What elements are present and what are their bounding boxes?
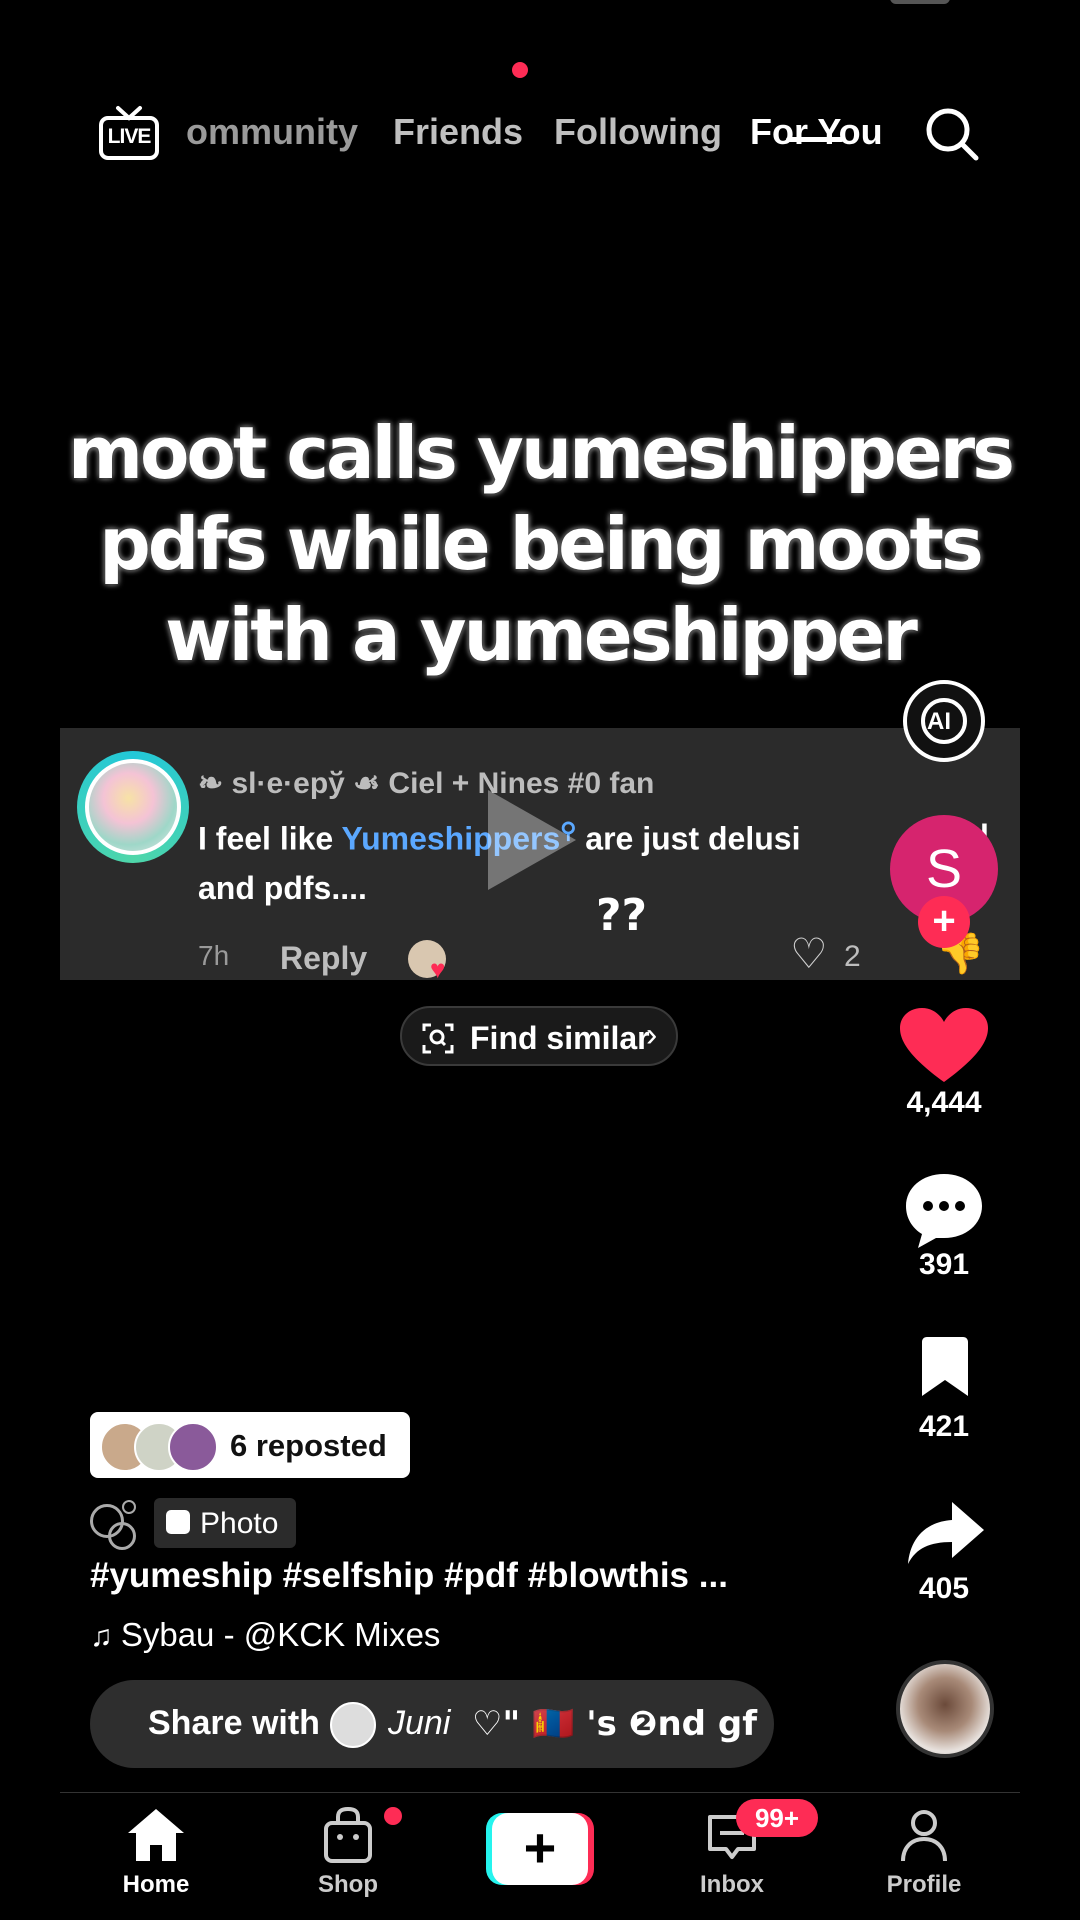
reposter-avatar-3	[168, 1422, 218, 1472]
home-icon	[128, 1809, 184, 1861]
heart-icon	[900, 1008, 988, 1082]
ai-generated-button[interactable]: AI	[903, 680, 985, 762]
reposted-label: 6 reposted	[230, 1428, 387, 1463]
share-arrow-icon	[908, 1502, 984, 1564]
bottom-navigation: Home Shop + Inbox 99+ Profile	[0, 1793, 1080, 1920]
tab-friends[interactable]: Friends	[393, 111, 523, 153]
friends-notification-dot	[512, 62, 528, 78]
comment-time: 7h	[198, 940, 230, 971]
friend-avatar	[330, 1702, 376, 1748]
photo-badge-label: Photo	[200, 1507, 279, 1540]
comment-like-heart-icon: ♡	[790, 930, 828, 977]
play-overlay-icon	[488, 790, 576, 890]
nav-profile-label: Profile	[886, 1871, 962, 1898]
overlay-question-marks: ??	[596, 890, 648, 941]
tab-following[interactable]: Following	[554, 111, 722, 153]
comment-button[interactable]	[902, 1170, 986, 1250]
find-similar-label: Find similar	[470, 1020, 650, 1056]
share-with-bar[interactable]: Share with Juni ♡" 🇲🇳 's ❷nd gf	[90, 1680, 774, 1768]
search-icon	[926, 108, 979, 161]
hashtags[interactable]: #yumeship #selfship #pdf #blowthis ...	[90, 1556, 728, 1596]
music-info[interactable]: ♫ Sybau - @KCK Mixes	[90, 1616, 440, 1654]
nav-inbox-label: Inbox	[700, 1871, 764, 1898]
comment-text-after: are just delusi	[576, 820, 801, 857]
tab-community[interactable]: ommunity	[186, 111, 358, 153]
create-plus-icon: +	[523, 1816, 557, 1879]
photo-badge: Photo	[154, 1498, 296, 1548]
music-note-icon: ♫	[90, 1620, 121, 1653]
find-similar-button[interactable]: Find similar ›	[400, 1006, 678, 1066]
like-button[interactable]	[898, 1006, 990, 1086]
nav-home-label: Home	[122, 1871, 190, 1898]
bookmark-icon	[922, 1337, 968, 1396]
chevron-right-icon: ›	[646, 1016, 658, 1054]
comment-text-line2: and pdfs....	[198, 870, 367, 906]
comment-count: 391	[918, 1248, 970, 1281]
search-button[interactable]	[924, 106, 980, 162]
commenter-username: ❧ sl·e·epў ☙ Ciel + Nines #0 fan	[198, 767, 655, 800]
inbox-badge-count: 99+	[754, 1803, 800, 1833]
create-button[interactable]: +	[486, 1813, 594, 1885]
comment-like-count: 2	[844, 940, 861, 973]
sound-disc[interactable]	[896, 1660, 994, 1758]
shop-notification-dot	[384, 1807, 402, 1825]
nav-shop-label: Shop	[318, 1871, 378, 1898]
scan-search-icon	[422, 1023, 454, 1054]
comment-reply: Reply	[280, 940, 368, 976]
music-title: Sybau - @KCK Mixes	[120, 1616, 441, 1653]
share-button[interactable]	[906, 1500, 986, 1566]
comment-text-before: I feel like	[198, 820, 342, 857]
author-avatar-bubbles-icon[interactable]	[90, 1500, 138, 1550]
battery-icon	[890, 0, 950, 4]
comment-bubble-icon	[906, 1174, 982, 1248]
status-bar	[0, 0, 1080, 8]
friend-name-suffix: ♡" 🇲🇳 's ❷nd gf	[472, 1704, 757, 1744]
plus-icon: +	[932, 899, 956, 943]
shopping-bag-icon	[324, 1807, 372, 1863]
ai-label: AI	[927, 708, 951, 735]
creator-avatar-letter: S	[925, 839, 963, 899]
like-count: 4,444	[906, 1086, 982, 1119]
active-tab-underline	[786, 137, 844, 142]
commenter-avatar	[85, 759, 181, 855]
nav-profile[interactable]: Profile	[854, 1807, 994, 1907]
inbox-badge: 99+	[736, 1799, 818, 1837]
live-button[interactable]: LIVE	[98, 104, 160, 162]
share-count: 405	[918, 1572, 970, 1605]
live-label: LIVE	[107, 125, 152, 148]
save-count: 421	[918, 1410, 970, 1443]
top-navigation: LIVE ommunity Friends Following For You	[0, 40, 1080, 190]
photo-caption: moot calls yumeshippers pdfs while being…	[66, 410, 1016, 679]
friend-name: Juni	[388, 1704, 451, 1742]
save-button[interactable]	[918, 1336, 972, 1398]
photo-icon	[166, 1510, 190, 1534]
reposted-chip[interactable]: 6 reposted	[90, 1412, 410, 1478]
nav-home[interactable]: Home	[86, 1807, 226, 1907]
follow-button[interactable]: +	[918, 896, 970, 948]
tab-for-you[interactable]: For You	[750, 111, 883, 153]
profile-person-icon	[901, 1810, 947, 1862]
creator-liked-heart-icon: ♥	[430, 954, 446, 984]
share-with-label: Share with	[148, 1704, 320, 1742]
